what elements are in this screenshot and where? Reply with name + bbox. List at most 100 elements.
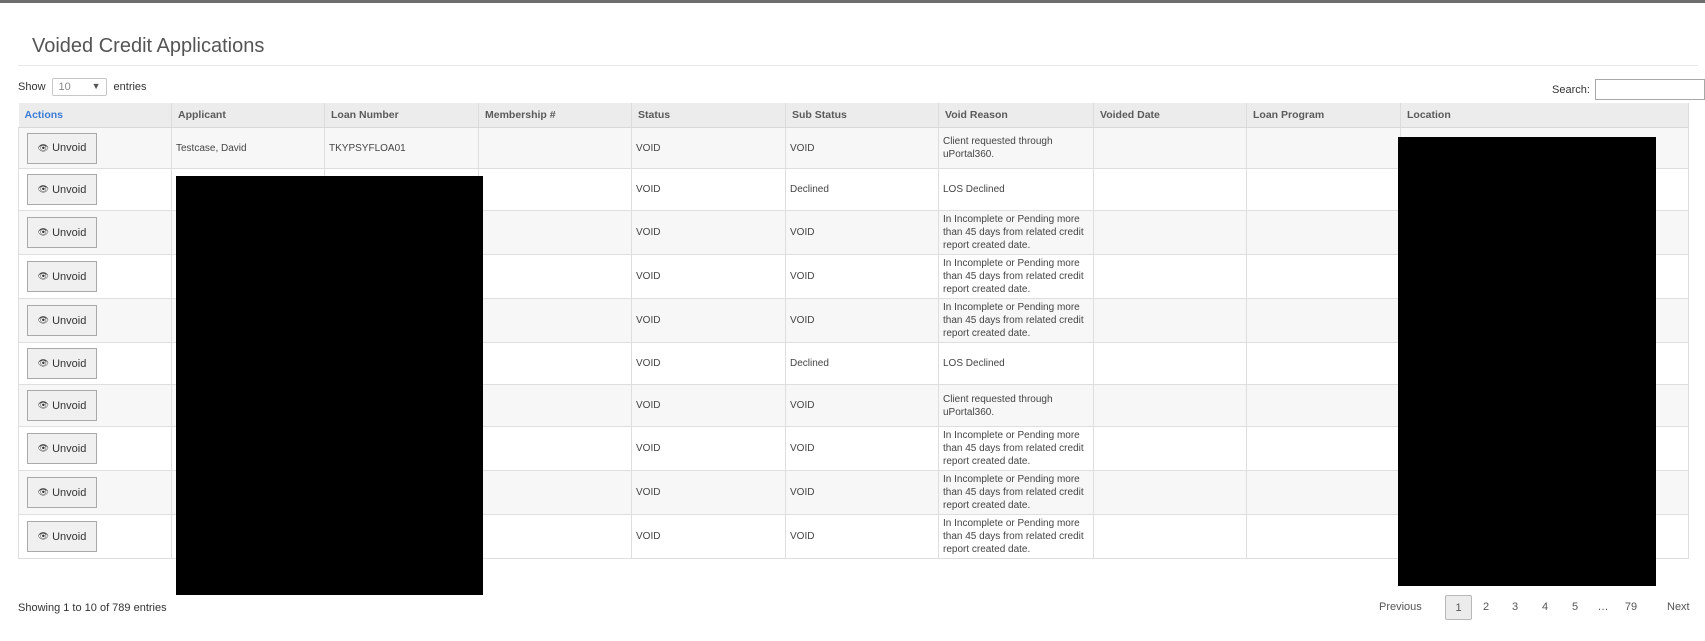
pagination-page-2[interactable]: 2	[1481, 595, 1491, 620]
void-reason-cell: In Incomplete or Pending more than 45 da…	[938, 426, 1094, 471]
unvoid-button[interactable]: 👁 Unvoid	[27, 174, 97, 205]
search-control: Search:	[1552, 79, 1705, 100]
sub-status-cell: VOID	[785, 210, 939, 255]
sub-status-cell: VOID	[785, 127, 939, 169]
status-cell: VOID	[631, 210, 786, 255]
column-header-void-reason[interactable]: Void Reason	[938, 103, 1094, 128]
voided-date-cell	[1093, 210, 1247, 255]
actions-cell: 👁 Unvoid	[18, 514, 172, 559]
membership-cell	[478, 168, 632, 211]
membership-cell	[478, 210, 632, 255]
eye-icon: 👁	[37, 443, 50, 453]
void-reason-cell: Client requested through uPortal360.	[938, 127, 1094, 169]
sub-status-cell: VOID	[785, 470, 939, 515]
eye-icon: 👁	[37, 400, 50, 410]
entries-select[interactable]: 10 ▼	[51, 78, 107, 96]
unvoid-button[interactable]: 👁 Unvoid	[27, 521, 97, 552]
unvoid-button[interactable]: 👁 Unvoid	[27, 305, 97, 336]
redaction-block	[176, 176, 483, 595]
membership-cell	[478, 254, 632, 299]
actions-cell: 👁 Unvoid	[18, 342, 172, 385]
unvoid-label: Unvoid	[52, 357, 87, 370]
loan-program-cell	[1246, 168, 1401, 211]
unvoid-button[interactable]: 👁 Unvoid	[27, 390, 97, 421]
length-control: Show 10 ▼ entries	[18, 78, 147, 96]
column-header-applicant[interactable]: Applicant	[171, 103, 325, 128]
actions-cell: 👁 Unvoid	[18, 210, 172, 255]
void-reason-cell: In Incomplete or Pending more than 45 da…	[938, 210, 1094, 255]
loan-program-cell	[1246, 384, 1401, 427]
void-reason-cell: In Incomplete or Pending more than 45 da…	[938, 514, 1094, 559]
unvoid-label: Unvoid	[52, 399, 87, 412]
pagination-next[interactable]: Next	[1667, 595, 1690, 620]
loan-program-cell	[1246, 514, 1401, 559]
sub-status-cell: Declined	[785, 168, 939, 211]
pagination-page-79[interactable]: 79	[1622, 595, 1640, 620]
column-header-location[interactable]: Location	[1400, 103, 1689, 128]
status-cell: VOID	[631, 342, 786, 385]
status-cell: VOID	[631, 426, 786, 471]
unvoid-button[interactable]: 👁 Unvoid	[27, 261, 97, 292]
applicant-cell: Testcase, David	[171, 127, 325, 169]
eye-icon: 👁	[37, 271, 50, 281]
pagination-page-4[interactable]: 4	[1540, 595, 1550, 620]
eye-icon: 👁	[37, 358, 50, 368]
voided-date-cell	[1093, 470, 1247, 515]
table-header-row: Actions Applicant Loan Number Membership # S…	[18, 103, 1689, 128]
voided-date-cell	[1093, 384, 1247, 427]
entries-select-value: 10	[58, 81, 71, 93]
pagination-ellipsis: …	[1597, 601, 1609, 613]
voided-date-cell	[1093, 426, 1247, 471]
pagination-previous[interactable]: Previous	[1379, 595, 1422, 620]
pagination-page-1[interactable]: 1	[1445, 595, 1472, 620]
unvoid-button[interactable]: 👁 Unvoid	[27, 217, 97, 248]
eye-icon: 👁	[37, 142, 50, 153]
voided-date-cell	[1093, 298, 1247, 343]
sub-status-cell: VOID	[785, 254, 939, 299]
column-header-loan-program[interactable]: Loan Program	[1246, 103, 1401, 128]
pagination-page-3[interactable]: 3	[1510, 595, 1520, 620]
unvoid-label: Unvoid	[52, 270, 87, 283]
table-info: Showing 1 to 10 of 789 entries	[18, 602, 167, 614]
unvoid-button[interactable]: 👁 Unvoid	[27, 348, 97, 379]
membership-cell	[478, 514, 632, 559]
unvoid-label: Unvoid	[52, 530, 87, 543]
column-header-membership[interactable]: Membership #	[478, 103, 632, 128]
actions-cell: 👁 Unvoid	[18, 426, 172, 471]
voided-date-cell	[1093, 168, 1247, 211]
eye-icon: 👁	[37, 227, 50, 237]
column-header-status[interactable]: Status	[631, 103, 786, 128]
sub-status-cell: VOID	[785, 298, 939, 343]
eye-icon: 👁	[37, 184, 50, 194]
membership-cell	[478, 342, 632, 385]
unvoid-button[interactable]: 👁 Unvoid	[27, 132, 97, 164]
loan-program-cell	[1246, 426, 1401, 471]
caret-down-icon: ▼	[91, 81, 101, 91]
status-cell: VOID	[631, 384, 786, 427]
void-reason-cell: LOS Declined	[938, 168, 1094, 211]
voided-date-cell	[1093, 254, 1247, 299]
actions-cell: 👁 Unvoid	[18, 127, 172, 169]
void-reason-cell: Client requested through uPortal360.	[938, 384, 1094, 427]
void-reason-cell: In Incomplete or Pending more than 45 da…	[938, 298, 1094, 343]
column-header-loan-number[interactable]: Loan Number	[324, 103, 479, 128]
unvoid-label: Unvoid	[52, 314, 87, 327]
membership-cell	[478, 384, 632, 427]
loan-program-cell	[1246, 254, 1401, 299]
search-input[interactable]	[1594, 79, 1705, 100]
loan-program-cell	[1246, 342, 1401, 385]
pagination-page-5[interactable]: 5	[1570, 595, 1580, 620]
unvoid-button[interactable]: 👁 Unvoid	[27, 477, 97, 508]
column-header-voided-date[interactable]: Voided Date	[1093, 103, 1247, 128]
unvoid-button[interactable]: 👁 Unvoid	[27, 433, 97, 464]
pagination: Previous 1 2 3 4 5 … 79 Next	[1355, 595, 1705, 622]
column-header-actions[interactable]: Actions	[18, 103, 172, 128]
search-label: Search:	[1552, 83, 1590, 96]
void-reason-cell: In Incomplete or Pending more than 45 da…	[938, 470, 1094, 515]
membership-cell	[478, 127, 632, 169]
column-header-sub-status[interactable]: Sub Status	[785, 103, 939, 128]
status-cell: VOID	[631, 127, 786, 169]
loan-program-cell	[1246, 127, 1401, 169]
page-title: Voided Credit Applications	[32, 35, 265, 58]
voided-date-cell	[1093, 514, 1247, 559]
